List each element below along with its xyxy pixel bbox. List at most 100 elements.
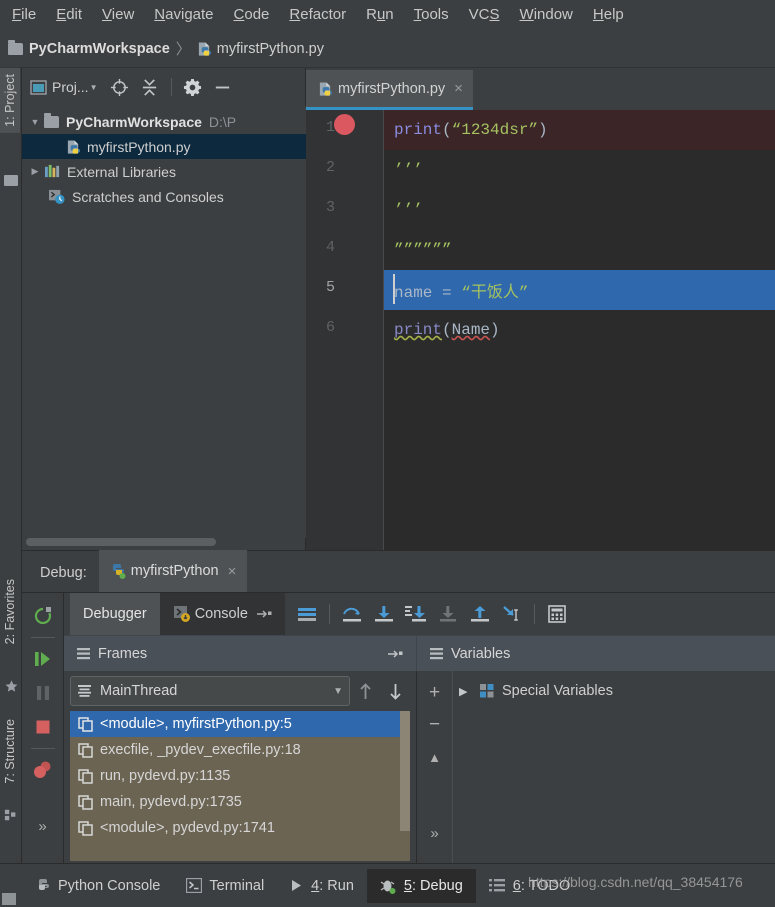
menu-navigate[interactable]: Navigate — [144, 3, 223, 27]
status-terminal[interactable]: Terminal — [173, 869, 277, 903]
tab-console[interactable]: Console — [159, 593, 285, 635]
frames-scrollbar-thumb[interactable] — [400, 711, 410, 831]
evaluate-expression-button[interactable] — [541, 599, 573, 629]
more-controls-button[interactable]: » — [26, 809, 60, 843]
status-todo[interactable]: 6: TODO — [476, 869, 584, 903]
code-line-4[interactable]: ”””””” — [384, 230, 775, 270]
run-to-cursor-button[interactable] — [496, 599, 528, 629]
sidebar-tab-favorites[interactable]: 2: Favorites — [0, 573, 20, 650]
token-string: “干饭人” — [461, 284, 529, 302]
variables-tree[interactable]: ▶ Special Variables — [453, 671, 775, 864]
breadcrumb-project[interactable]: PyCharmWorkspace — [8, 39, 170, 57]
status-run[interactable]: 4: Run — [277, 869, 367, 903]
code-line-5[interactable]: name = “干饭人” — [384, 270, 775, 310]
console-icon — [173, 606, 190, 622]
breadcrumb-file-label: myfirstPython.py — [216, 40, 324, 57]
thread-dropdown[interactable]: MainThread ▼ — [70, 676, 350, 706]
menu-refactor[interactable]: Refactor — [279, 3, 356, 27]
resume-button[interactable] — [26, 642, 60, 676]
expand-arrow-right-icon[interactable]: ▶ — [459, 685, 479, 698]
show-all-frames-button[interactable] — [291, 599, 323, 629]
collapse-all-button[interactable] — [136, 74, 164, 100]
status-debug[interactable]: 5: Debug — [366, 868, 476, 903]
hide-panel-button[interactable] — [209, 74, 237, 100]
rerun-button[interactable] — [26, 599, 60, 633]
code-line-1[interactable]: print(“1234dsr”) — [384, 110, 775, 150]
menu-window[interactable]: Window — [510, 3, 583, 27]
frame-up-button[interactable] — [350, 676, 380, 706]
menu-code[interactable]: Code — [224, 3, 280, 27]
status-python-console[interactable]: Python Console — [22, 869, 173, 903]
project-view-selector[interactable]: Proj... ▼ — [30, 79, 98, 95]
python-file-icon — [198, 41, 211, 56]
tree-item-myfirstpython[interactable]: myfirstPython.py — [22, 134, 306, 159]
debug-session-tab[interactable]: myfirstPython × — [98, 550, 248, 592]
frame-icon — [78, 768, 93, 784]
step-into-my-code-button[interactable] — [400, 599, 432, 629]
code-content[interactable]: print(“1234dsr”) ’’’ ’’’ ”””””” name = “… — [384, 110, 775, 550]
move-up-button[interactable]: ▲ — [420, 741, 450, 773]
pin-frames-icon[interactable] — [388, 648, 404, 660]
breakpoint-icon[interactable] — [334, 114, 355, 135]
variables-controls: + − ▲ » — [417, 671, 453, 864]
step-into-button[interactable] — [368, 599, 400, 629]
menu-bar: File Edit View Navigate Code Refactor Run Tools… — [0, 0, 775, 30]
frames-scrollbar[interactable] — [400, 711, 410, 861]
gear-icon — [183, 78, 202, 96]
line-number: 4 — [325, 239, 335, 256]
stop-button[interactable] — [26, 710, 60, 744]
locate-file-button[interactable] — [106, 74, 134, 100]
close-icon[interactable]: × — [454, 80, 463, 97]
expand-arrow-down-icon[interactable]: ▼ — [26, 117, 44, 127]
status-label: 4: Run — [311, 877, 354, 894]
frame-list-item[interactable]: <module>, myfirstPython.py:5 — [70, 711, 410, 737]
close-icon[interactable]: × — [228, 563, 237, 580]
menu-view[interactable]: View — [92, 3, 144, 27]
code-line-2[interactable]: ’’’ — [384, 150, 775, 190]
editor-gutter[interactable]: 1 2 3 4 5 6 — [306, 110, 384, 550]
add-watch-button[interactable]: + — [420, 677, 450, 709]
breadcrumb-file[interactable]: myfirstPython.py — [197, 41, 324, 57]
step-over-button[interactable] — [336, 599, 368, 629]
frame-list-item[interactable]: run, pydevd.py:1135 — [70, 763, 410, 789]
frames-list[interactable]: <module>, myfirstPython.py:5 execfile, _… — [70, 711, 410, 861]
frame-list-item[interactable]: <module>, pydevd.py:1741 — [70, 815, 410, 841]
breadcrumb-separator: 〉 — [175, 41, 191, 58]
frame-down-button[interactable] — [380, 676, 410, 706]
menu-run[interactable]: Run — [356, 3, 404, 27]
force-step-into-button[interactable] — [432, 599, 464, 629]
frame-list-item[interactable]: execfile, _pydev_execfile.py:18 — [70, 737, 410, 763]
variables-row-special[interactable]: ▶ Special Variables — [453, 678, 775, 704]
editor-tab-myfirstpython[interactable]: myfirstPython.py × — [306, 70, 473, 110]
project-horizontal-scrollbar[interactable] — [26, 538, 216, 546]
sidebar-tab-project[interactable]: 1: Project — [0, 68, 20, 133]
menu-tools[interactable]: Tools — [404, 3, 459, 27]
sidebar-tab-structure[interactable]: 7: Structure — [0, 713, 20, 790]
expand-arrow-right-icon[interactable]: ▶ — [26, 166, 44, 177]
settings-button[interactable] — [179, 74, 207, 100]
python-run-icon — [112, 563, 126, 579]
code-line-6[interactable]: print(Name) — [384, 310, 775, 350]
remove-watch-button[interactable]: − — [420, 709, 450, 741]
menu-edit[interactable]: Edit — [46, 3, 92, 27]
tree-item-pycharmworkspace[interactable]: ▼ PyCharmWorkspace D:\P — [22, 109, 306, 134]
more-variables-button[interactable]: » — [420, 817, 450, 849]
frame-list-item[interactable]: main, pydevd.py:1735 — [70, 789, 410, 815]
view-breakpoints-button[interactable] — [26, 753, 60, 787]
pin-tab-icon[interactable] — [256, 608, 272, 620]
code-line-3[interactable]: ’’’ — [384, 190, 775, 230]
code-editor[interactable]: 1 2 3 4 5 6 print(“1234dsr”) ’’’ ’’’ ”””… — [306, 110, 775, 550]
bottom-left-corner-icon — [2, 893, 16, 905]
menu-help[interactable]: Help — [583, 3, 634, 27]
tab-debugger[interactable]: Debugger — [70, 593, 160, 635]
pause-button[interactable] — [26, 676, 60, 710]
step-over-icon — [342, 607, 361, 622]
tree-item-scratches[interactable]: Scratches and Consoles — [22, 184, 306, 209]
menu-vcs[interactable]: VCS — [459, 3, 510, 27]
minimize-icon — [215, 86, 230, 88]
tree-item-external-libraries[interactable]: ▶ External Libraries — [22, 159, 306, 184]
step-out-button[interactable] — [464, 599, 496, 629]
status-label: 6: TODO — [512, 877, 571, 894]
sidebar-tab-structure-label: 7: Structure — [3, 719, 17, 784]
menu-file[interactable]: File — [2, 3, 46, 27]
